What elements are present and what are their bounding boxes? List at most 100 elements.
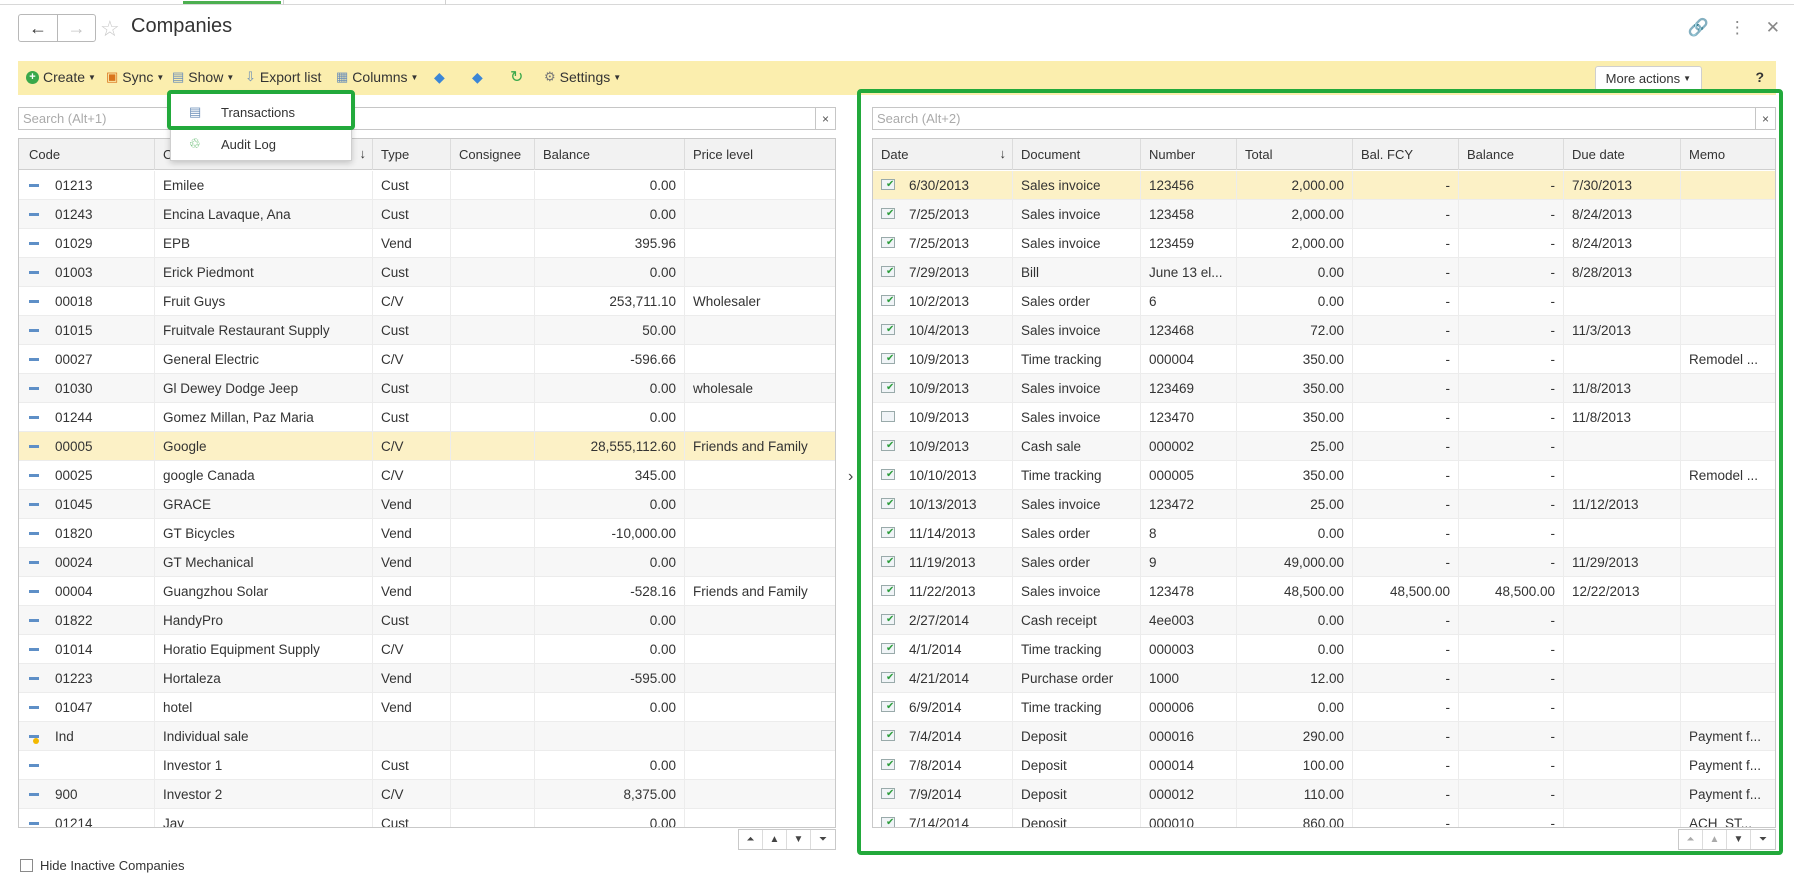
more-menu-icon[interactable]: ⋮ [1729,18,1746,38]
table-row[interactable]: 7/29/2013BillJune 13 el...0.00--8/28/201… [873,258,1775,287]
export-list-button[interactable]: ⇩ Export list [245,69,321,85]
cell-memo [1681,258,1775,286]
more-actions-button[interactable]: More actions ▼ [1594,66,1702,91]
clear-search-button[interactable]: × [1755,108,1775,129]
table-row[interactable]: Investor 1 Cust 0.00 [19,751,835,780]
scroll-top-icon[interactable]: ⏶ [739,830,763,849]
table-row[interactable]: 11/22/2013Sales invoice12347848,500.0048… [873,577,1775,606]
scroll-down-icon[interactable]: ▼ [1727,830,1751,849]
column-header-price-level[interactable]: Price level [685,139,835,170]
table-row[interactable]: 01047 hotel Vend 0.00 [19,693,835,722]
column-header-number[interactable]: Number [1141,139,1237,170]
table-row[interactable]: 6/30/2013Sales invoice1234562,000.00--7/… [873,171,1775,200]
cell-number: 123458 [1141,200,1237,228]
table-row[interactable]: 00005 Google C/V 28,555,112.60 Friends and F… [19,432,835,461]
table-row[interactable]: 01213 Emilee Cust 0.00 [19,171,835,200]
table-row[interactable]: 01030 Gl Dewey Dodge Jeep Cust 0.00 wholesal… [19,374,835,403]
settings-button[interactable]: ⚙ Settings ▼ [544,69,621,85]
table-row[interactable]: 00027 General Electric C/V -596.66 [19,345,835,374]
table-row[interactable]: 6/9/2014Time tracking0000060.00-- [873,693,1775,722]
table-row[interactable]: Ind Individual sale [19,722,835,751]
table-row[interactable]: 4/21/2014Purchase order100012.00-- [873,664,1775,693]
table-row[interactable]: 7/25/2013Sales invoice1234582,000.00--8/… [873,200,1775,229]
table-row[interactable]: 00018 Fruit Guys C/V 253,711.10 Wholesaler [19,287,835,316]
column-header-memo[interactable]: Memo [1681,139,1775,170]
refresh-icon[interactable]: ↻ [510,67,523,87]
arrow-right-icon[interactable]: ◆ [472,69,483,86]
column-header-due-date[interactable]: Due date [1564,139,1681,170]
table-row[interactable]: 00025 google Canada C/V 345.00 [19,461,835,490]
table-row[interactable]: 7/4/2014Deposit000016290.00--Payment f..… [873,722,1775,751]
table-row[interactable]: 4/1/2014Time tracking0000030.00-- [873,635,1775,664]
table-row[interactable]: 10/13/2013Sales invoice12347225.00--11/1… [873,490,1775,519]
cell-memo [1681,664,1775,692]
transactions-search-input[interactable]: Search (Alt+2) × [872,107,1776,130]
column-header-type[interactable]: Type [373,139,451,170]
back-icon[interactable]: ← [19,15,57,41]
columns-button[interactable]: ▦ Columns ▼ [336,69,418,85]
link-icon[interactable]: 🔗 [1688,18,1709,38]
panel-splitter-icon[interactable]: › [848,468,853,486]
tab[interactable] [283,0,446,5]
table-row[interactable]: 01243 Encina Lavaque, Ana Cust 0.00 [19,200,835,229]
menu-item-transactions[interactable]: ▤ Transactions [171,97,351,127]
column-header-consignee[interactable]: Consignee [451,139,535,170]
column-header-bal-fcy[interactable]: Bal. FCY [1353,139,1459,170]
column-header-balance[interactable]: Balance [1459,139,1564,170]
table-row[interactable]: 01045 GRACE Vend 0.00 [19,490,835,519]
table-row[interactable]: 00024 GT Mechanical Vend 0.00 [19,548,835,577]
table-row[interactable]: 7/9/2014Deposit000012110.00--Payment f..… [873,780,1775,809]
table-row[interactable]: 01822 HandyPro Cust 0.00 [19,606,835,635]
scroll-up-icon[interactable]: ▲ [1703,830,1727,849]
table-row[interactable]: 10/9/2013Cash sale00000225.00-- [873,432,1775,461]
table-row[interactable]: 10/4/2013Sales invoice12346872.00--11/3/… [873,316,1775,345]
table-row[interactable]: 01015 Fruitvale Restaurant Supply Cust 50.0… [19,316,835,345]
cell-consignee [451,171,535,199]
close-icon[interactable]: ✕ [1766,18,1780,38]
table-row[interactable]: 7/14/2014Deposit000010860.00--ACH_ST... [873,809,1775,827]
companies-search-input[interactable]: Search (Alt+1) × [18,107,836,130]
column-header-date[interactable]: Date ↓ [873,139,1013,170]
column-header-document[interactable]: Document [1013,139,1141,170]
table-row[interactable]: 7/25/2013Sales invoice1234592,000.00--8/… [873,229,1775,258]
table-row[interactable]: 01820 GT Bicycles Vend -10,000.00 [19,519,835,548]
table-row[interactable]: 01244 Gomez Millan, Paz Maria Cust 0.00 [19,403,835,432]
scroll-down-icon[interactable]: ▼ [787,830,811,849]
table-row[interactable]: 10/9/2013 Sales invoice 123470 350.00- -11/8… [873,403,1775,432]
create-button[interactable]: + Create ▼ [26,69,96,85]
table-row[interactable]: 10/9/2013Time tracking000004350.00--Remo… [873,345,1775,374]
forward-icon[interactable]: → [57,15,95,41]
table-row[interactable]: 11/19/2013Sales order949,000.00--11/29/2… [873,548,1775,577]
scroll-up-icon[interactable]: ▲ [763,830,787,849]
help-button[interactable]: ? [1755,69,1764,85]
nav-buttons: ← → [18,14,96,42]
table-row[interactable]: 01003 Erick Piedmont Cust 0.00 [19,258,835,287]
table-row[interactable]: 01014 Horatio Equipment Supply C/V 0.00 [19,635,835,664]
scroll-bottom-icon[interactable]: ⏷ [811,830,835,849]
active-tab-indicator[interactable] [183,0,281,4]
hide-inactive-checkbox[interactable] [20,859,33,872]
table-row[interactable]: 10/2/2013Sales order60.00-- [873,287,1775,316]
column-header-code[interactable]: Code [19,139,155,170]
table-row[interactable]: 10/10/2013Time tracking000005350.00--Rem… [873,461,1775,490]
table-row[interactable]: 01214 Jay Cust 0.00 [19,809,835,827]
table-row[interactable]: 00004 Guangzhou Solar Vend -528.16 Friends a… [19,577,835,606]
column-header-balance[interactable]: Balance [535,139,685,170]
show-button[interactable]: ▤ Show ▼ [172,69,234,85]
table-row[interactable]: 11/14/2013Sales order80.00-- [873,519,1775,548]
scroll-bottom-icon[interactable]: ⏷ [1751,830,1775,849]
scroll-top-icon[interactable]: ⏶ [1679,830,1703,849]
hide-inactive-checkbox-row[interactable]: Hide Inactive Companies [20,858,185,873]
column-header-total[interactable]: Total [1237,139,1353,170]
favorite-star-icon[interactable]: ☆ [100,16,120,42]
table-row[interactable]: 900 Investor 2 C/V 8,375.00 [19,780,835,809]
table-row[interactable]: 7/8/2014Deposit000014100.00--Payment f..… [873,751,1775,780]
table-row[interactable]: 01223 Hortaleza Vend -595.00 [19,664,835,693]
arrow-left-icon[interactable]: ◆ [434,69,445,86]
table-row[interactable]: 10/9/2013Sales invoice123469350.00--11/8… [873,374,1775,403]
menu-item-audit-log[interactable]: ♲ Audit Log [171,129,351,159]
clear-search-button[interactable]: × [815,108,835,129]
sync-button[interactable]: ▣ Sync ▼ [106,69,164,85]
table-row[interactable]: 2/27/2014Cash receipt4ee0030.00-- [873,606,1775,635]
table-row[interactable]: 01029 EPB Vend 395.96 [19,229,835,258]
